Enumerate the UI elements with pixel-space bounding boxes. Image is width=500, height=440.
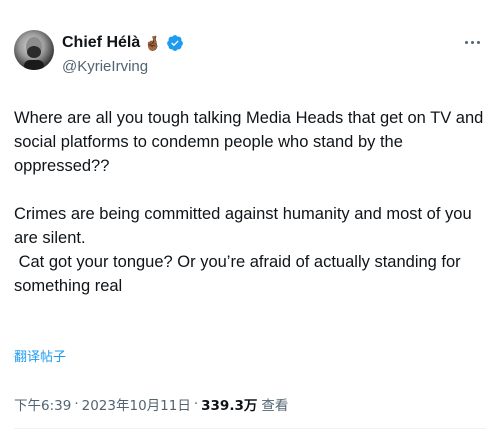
tweet-paragraph-2-line-2: Cat got your tongue? Or you’re afraid of…	[14, 253, 466, 295]
views-count: 339.3万	[201, 398, 258, 414]
dot	[470, 40, 474, 44]
views-label: 查看	[261, 398, 289, 414]
tweet-date[interactable]: 2023年10月11日	[82, 394, 191, 414]
meta-separator: ·	[74, 396, 79, 412]
tweet-meta: 下午6:39 · 2023年10月11日 · 339.3万 查看	[14, 394, 288, 414]
divider	[14, 428, 486, 429]
tweet-card: Chief Hélà 🤞🏾 @KyrieIrving Where are all…	[0, 0, 500, 440]
avatar[interactable]	[14, 30, 54, 70]
dot	[476, 40, 480, 44]
verified-badge-icon	[166, 34, 184, 52]
translate-post-link[interactable]: 翻译帖子	[14, 346, 66, 365]
meta-separator: ·	[193, 396, 199, 412]
crossed-fingers-emoji: 🤞🏾	[144, 35, 162, 51]
author-display-name[interactable]: Chief Hélà	[62, 34, 140, 52]
author-handle[interactable]: @KyrieIrving	[62, 58, 148, 75]
dot	[464, 40, 468, 44]
tweet-paragraph-1: Where are all you tough talking Media He…	[14, 109, 484, 175]
author-name-row[interactable]: Chief Hélà 🤞🏾	[62, 32, 184, 54]
tweet-text: Where are all you tough talking Media He…	[14, 106, 486, 298]
more-dots-icon[interactable]	[460, 34, 484, 50]
tweet-time[interactable]: 下午6:39	[14, 394, 71, 414]
tweet-paragraph-2-line-1: Crimes are being committed against human…	[14, 205, 472, 247]
